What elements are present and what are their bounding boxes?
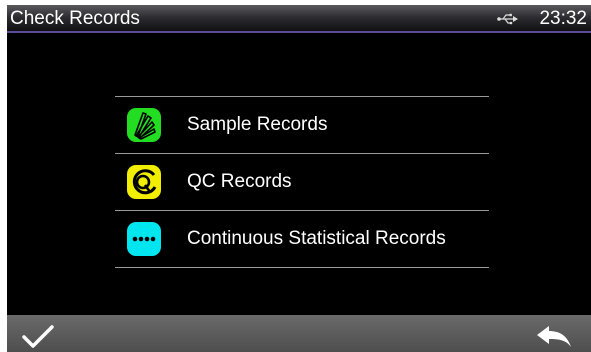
- page-title: Check Records: [10, 8, 140, 29]
- divider: [115, 267, 489, 268]
- checkmark-icon[interactable]: [21, 324, 55, 350]
- title-accent-line: [7, 31, 591, 33]
- records-menu: Sample Records QC Records Continuous Sta…: [115, 96, 489, 268]
- back-arrow-icon[interactable]: [535, 324, 573, 350]
- menu-item-sample-records[interactable]: Sample Records: [115, 97, 489, 153]
- sample-records-icon: [127, 108, 161, 142]
- menu-item-label: Sample Records: [187, 114, 328, 135]
- menu-item-label: Continuous Statistical Records: [187, 228, 446, 249]
- menu-item-continuous-statistical-records[interactable]: Continuous Statistical Records: [115, 211, 489, 267]
- menu-item-qc-records[interactable]: QC Records: [115, 154, 489, 210]
- menu-item-label: QC Records: [187, 171, 292, 192]
- usb-icon: [497, 13, 518, 25]
- qc-records-icon: [127, 165, 161, 199]
- clock: 23:32: [539, 8, 587, 29]
- bottom-toolbar: [7, 315, 591, 352]
- title-bar: Check Records 23:32: [7, 5, 591, 33]
- continuous-statistical-icon: [127, 222, 161, 256]
- device-screen: Check Records 23:32 Sample Records QC Re…: [7, 5, 591, 352]
